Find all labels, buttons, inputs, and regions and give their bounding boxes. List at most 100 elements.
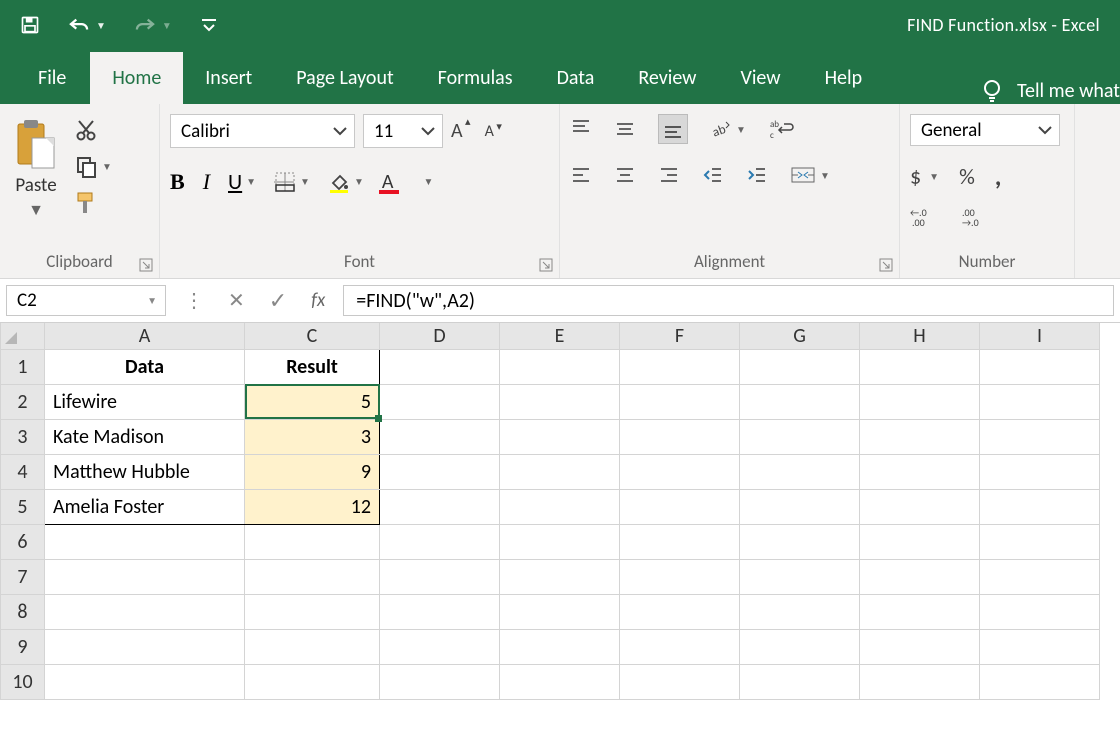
cell-C3[interactable]: 3 [245, 419, 380, 454]
align-top-icon[interactable] [570, 118, 592, 140]
cell[interactable] [500, 629, 620, 664]
fx-icon[interactable]: fx [311, 289, 325, 312]
cell[interactable] [740, 524, 860, 559]
tab-formulas[interactable]: Formulas [416, 52, 535, 104]
tab-home[interactable]: Home [90, 52, 183, 104]
cell[interactable] [245, 664, 380, 699]
col-header-G[interactable]: G [740, 323, 860, 349]
alignment-dialog-launcher-icon[interactable] [879, 258, 893, 272]
cell[interactable] [45, 594, 245, 629]
col-header-H[interactable]: H [860, 323, 980, 349]
cell[interactable] [500, 664, 620, 699]
row-header[interactable]: 10 [1, 664, 45, 699]
row-header[interactable]: 2 [1, 384, 45, 419]
copy-icon[interactable]: ▼ [74, 154, 112, 178]
wrap-text-icon[interactable]: abc [768, 118, 794, 140]
cell[interactable] [500, 419, 620, 454]
align-center-icon[interactable] [614, 164, 636, 186]
tab-view[interactable]: View [718, 52, 802, 104]
cell[interactable] [620, 349, 740, 384]
tab-insert[interactable]: Insert [183, 52, 274, 104]
cell[interactable] [45, 524, 245, 559]
cell-A3[interactable]: Kate Madison [45, 419, 245, 454]
font-color-button[interactable]: A▼ [382, 170, 433, 194]
underline-button[interactable]: U▼ [228, 168, 256, 195]
redo-button[interactable]: ▼ [134, 16, 172, 34]
cell[interactable] [620, 559, 740, 594]
cell[interactable] [500, 594, 620, 629]
row-header[interactable]: 8 [1, 594, 45, 629]
cell[interactable] [500, 454, 620, 489]
cell[interactable] [860, 454, 980, 489]
currency-button[interactable]: $▼ [910, 163, 939, 190]
cell[interactable] [740, 349, 860, 384]
cell-A4[interactable]: Matthew Hubble [45, 454, 245, 489]
more-icon[interactable]: ⋮ [184, 288, 204, 313]
cell[interactable] [620, 524, 740, 559]
cell[interactable] [860, 559, 980, 594]
cell[interactable] [620, 454, 740, 489]
tell-me[interactable]: Tell me what [981, 78, 1120, 104]
cell[interactable] [740, 419, 860, 454]
cell[interactable] [500, 384, 620, 419]
cell-A5[interactable]: Amelia Foster [45, 489, 245, 524]
cell[interactable] [380, 524, 500, 559]
align-right-icon[interactable] [658, 164, 680, 186]
cell[interactable] [740, 664, 860, 699]
row-header[interactable]: 1 [1, 349, 45, 384]
format-painter-icon[interactable] [74, 190, 112, 216]
formula-input[interactable]: =FIND("w",A2) [343, 285, 1114, 316]
cell[interactable] [980, 384, 1100, 419]
cell[interactable] [740, 489, 860, 524]
redo-caret-icon[interactable]: ▼ [162, 19, 172, 32]
cell[interactable] [980, 524, 1100, 559]
cell[interactable] [980, 419, 1100, 454]
cell[interactable] [45, 629, 245, 664]
font-size-select[interactable]: 11 [363, 114, 443, 148]
cell[interactable] [245, 524, 380, 559]
spreadsheet-grid[interactable]: A C D E F G H I 1 Data Result 2 Lifewire… [0, 323, 1120, 700]
col-header-C[interactable]: C [245, 323, 380, 349]
cell[interactable] [500, 349, 620, 384]
row-header[interactable]: 3 [1, 419, 45, 454]
cell[interactable] [980, 594, 1100, 629]
font-name-select[interactable]: Calibri [170, 114, 355, 148]
cell-C5[interactable]: 12 [245, 489, 380, 524]
cell[interactable] [860, 349, 980, 384]
cell-C4[interactable]: 9 [245, 454, 380, 489]
cell[interactable] [860, 524, 980, 559]
cell-C2[interactable]: 5 [245, 384, 380, 419]
cell[interactable] [380, 664, 500, 699]
cell[interactable] [45, 664, 245, 699]
bold-button[interactable]: B [170, 169, 185, 195]
cell[interactable] [980, 664, 1100, 699]
cell[interactable] [740, 594, 860, 629]
decrease-indent-icon[interactable] [702, 164, 724, 186]
undo-button[interactable]: ▼ [68, 16, 106, 34]
tab-data[interactable]: Data [535, 52, 617, 104]
decrease-decimal-icon[interactable]: .00→.0 [962, 206, 988, 228]
cell[interactable] [380, 454, 500, 489]
increase-indent-icon[interactable] [746, 164, 768, 186]
col-header-F[interactable]: F [620, 323, 740, 349]
cell[interactable] [620, 629, 740, 664]
border-button[interactable]: ▼ [274, 171, 310, 193]
cell[interactable] [500, 489, 620, 524]
align-middle-icon[interactable] [614, 118, 636, 140]
col-header-D[interactable]: D [380, 323, 500, 349]
tab-file[interactable]: File [22, 52, 90, 104]
name-box[interactable]: C2 ▼ [6, 285, 166, 316]
row-header[interactable]: 4 [1, 454, 45, 489]
cell[interactable] [45, 559, 245, 594]
cell[interactable] [380, 629, 500, 664]
cell[interactable] [380, 384, 500, 419]
cell[interactable] [500, 524, 620, 559]
paste-button[interactable]: Paste ▼ [10, 114, 62, 220]
cell-C1[interactable]: Result [245, 349, 380, 384]
cell[interactable] [860, 489, 980, 524]
row-header[interactable]: 5 [1, 489, 45, 524]
name-box-caret-icon[interactable]: ▼ [147, 294, 157, 307]
col-header-A[interactable]: A [45, 323, 245, 349]
comma-button[interactable]: , [995, 160, 1002, 192]
cell[interactable] [380, 349, 500, 384]
